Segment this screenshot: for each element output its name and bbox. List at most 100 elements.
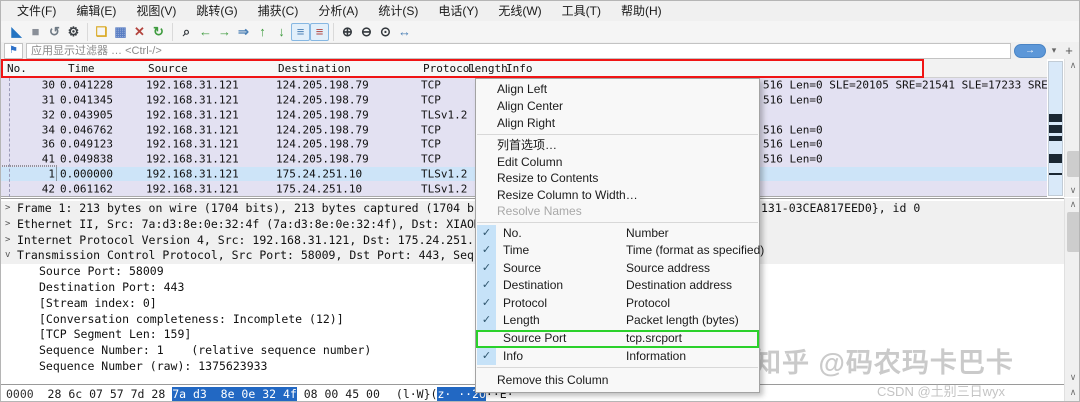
detail-pane-scrollbar[interactable]: ∧ ∨ (1064, 198, 1079, 384)
menu-item-6[interactable]: 统计(S) (368, 1, 428, 21)
go-forward-icon[interactable]: → (215, 23, 234, 41)
filter-dropdown-caret-icon[interactable]: ▾ (1049, 45, 1059, 56)
detail-text: Internet Protocol Version 4, Src: 192.16… (17, 232, 488, 247)
scroll-down-icon[interactable]: ∨ (1065, 371, 1079, 384)
menu-item-9[interactable]: 工具(T) (552, 1, 611, 21)
zoom-out-icon[interactable]: ⊖ (357, 23, 376, 41)
expand-icon[interactable]: > (5, 233, 10, 249)
reload-file-icon[interactable]: ↻ (149, 23, 168, 41)
menu-item-4[interactable]: 捕获(C) (248, 1, 309, 21)
menu-item-8[interactable]: 无线(W) (488, 1, 551, 21)
detail-text: Sequence Number (raw): 1375623933 (39, 358, 268, 373)
menu-toggle-time[interactable]: ✓ Time Time (format as specified) (476, 242, 764, 260)
go-to-bottom-icon[interactable]: ↓ (272, 23, 291, 41)
menu-item-1[interactable]: 编辑(E) (66, 1, 126, 21)
go-to-packet-icon[interactable]: ⇒ (234, 23, 253, 41)
zoom-reset-icon[interactable]: ⊙ (376, 23, 395, 41)
menu-item-5[interactable]: 分析(A) (308, 1, 368, 21)
menu-item-align-center[interactable]: Align Center (476, 98, 759, 115)
hex-bytes[interactable]: 08 00 45 00 (297, 387, 380, 401)
cell-time: 0.041228 (60, 78, 113, 92)
menu-item-7[interactable]: 电话(Y) (428, 1, 488, 21)
resize-columns-icon[interactable]: ↔ (395, 23, 414, 41)
menu-toggle-length[interactable]: ✓ Length Packet length (bytes) (476, 312, 759, 331)
close-file-icon[interactable]: ✕ (130, 23, 149, 41)
menu-toggle-source-port[interactable]: Source Port tcp.srcport (476, 330, 759, 348)
toggle-label: No. (503, 225, 522, 240)
hex-pane-scrollbar[interactable]: ∧ (1064, 384, 1079, 401)
detail-text: Transmission Control Protocol, Src Port:… (17, 248, 516, 263)
column-header-no[interactable]: No. (7, 62, 27, 76)
menu-item-resize-to-contents[interactable]: Resize to Contents (476, 170, 759, 187)
colorize-icon[interactable]: ≡ (310, 22, 329, 41)
column-header-source[interactable]: Source (148, 62, 188, 76)
go-to-top-icon[interactable]: ↑ (253, 23, 272, 41)
menu-item-resize-column-to-width-[interactable]: Resize Column to Width… (476, 187, 759, 204)
packet-list-minimap-scrollbar[interactable] (1048, 61, 1063, 196)
display-filter-input[interactable] (26, 42, 1011, 59)
cell-destination: 175.24.251.10 (276, 182, 363, 196)
go-back-icon[interactable]: ← (196, 23, 215, 41)
menu-item-align-left[interactable]: Align Left (476, 81, 759, 98)
stop-capture-icon[interactable]: ■ (26, 23, 45, 41)
expand-icon[interactable]: > (5, 201, 10, 217)
column-header-time[interactable]: Time (68, 62, 95, 76)
toggle-description: Information (626, 348, 687, 363)
menu-item-edit-column[interactable]: Edit Column (476, 154, 759, 171)
cell-source: 192.168.31.121 (146, 137, 239, 151)
scroll-down-icon[interactable]: ∨ (1065, 184, 1079, 197)
toggle-description: tcp.srcport (626, 331, 683, 346)
open-file-icon[interactable]: ❏ (92, 23, 111, 41)
detail-scroll-thumb[interactable] (1067, 212, 1079, 252)
menu-item-3[interactable]: 跳转(G) (186, 1, 247, 21)
capture-options-icon[interactable]: ⚙ (64, 23, 83, 41)
toggle-label: Source (503, 260, 542, 275)
related-packets-line (9, 78, 10, 197)
add-filter-button[interactable]: + (1062, 43, 1076, 58)
menu-item------[interactable]: 列首选项… (476, 137, 759, 154)
cell-destination: 124.205.198.79 (276, 78, 369, 92)
menu-toggle-info[interactable]: ✓ Info Information (476, 347, 759, 366)
menu-toggle-destination[interactable]: ✓ Destination Destination address (476, 277, 759, 295)
collapse-icon[interactable]: v (5, 248, 10, 264)
find-packet-icon[interactable]: ⌕ (177, 23, 196, 41)
column-header-info[interactable]: Info (506, 62, 533, 76)
apply-filter-button[interactable]: → (1014, 43, 1046, 58)
scroll-up-icon[interactable]: ∧ (1065, 59, 1079, 72)
menu-toggle-protocol[interactable]: ✓ Protocol Protocol (476, 294, 759, 313)
menu-item-align-right[interactable]: Align Right (476, 115, 759, 132)
hex-bytes-selected[interactable]: 7a d3 8e 0e 32 4f (172, 387, 297, 401)
save-file-icon[interactable]: ▦ (111, 23, 130, 41)
cell-protocol: TCP (421, 93, 441, 107)
filter-bookmark-icon[interactable]: ⚑ (4, 42, 23, 59)
context-menu: Align Left Align Center Align Right 列首选项… Ed… (475, 78, 764, 394)
menu-item-remove-this-column[interactable]: Remove this Column (476, 370, 759, 390)
cell-destination: 124.205.198.79 (276, 152, 369, 166)
toggle-label: Destination (503, 278, 564, 293)
restart-capture-icon[interactable]: ↺ (45, 23, 64, 41)
scroll-up-icon[interactable]: ∧ (1065, 198, 1079, 211)
zoom-in-icon[interactable]: ⊕ (338, 23, 357, 41)
menu-toggle-source[interactable]: ✓ Source Source address (476, 259, 759, 278)
column-header-destination[interactable]: Destination (278, 62, 351, 76)
auto-scroll-icon[interactable]: ≡ (291, 22, 310, 41)
menu-item-0[interactable]: 文件(F) (7, 1, 66, 21)
cell-protocol: TCP (421, 152, 441, 166)
menu-item-2[interactable]: 视图(V) (126, 1, 186, 21)
expand-icon[interactable]: > (5, 217, 10, 233)
column-header-length[interactable]: Length (468, 62, 508, 76)
menu-item-10[interactable]: 帮助(H) (611, 1, 672, 21)
menu-separator (477, 221, 758, 223)
cell-source: 192.168.31.121 (146, 123, 239, 137)
detail-text: Ethernet II, Src: 7a:d3:8e:0e:32:4f (7a:… (17, 216, 516, 231)
start-capture-icon[interactable]: ◣ (7, 23, 26, 41)
packet-list-scroll-thumb[interactable] (1067, 151, 1079, 177)
detail-text: [Conversation completeness: Incomplete (… (39, 311, 344, 326)
checkmark-icon: ✓ (477, 277, 496, 295)
packet-list-scrollbar[interactable]: ∧ ∨ (1064, 59, 1079, 197)
scroll-up-icon[interactable]: ∧ (1065, 386, 1079, 399)
toggle-description: Destination address (626, 278, 733, 293)
hex-bytes[interactable]: 28 6c 07 57 7d 28 (34, 387, 172, 401)
toggle-description: Number (626, 225, 669, 240)
menu-toggle-no-[interactable]: ✓ No. Number (476, 224, 759, 243)
